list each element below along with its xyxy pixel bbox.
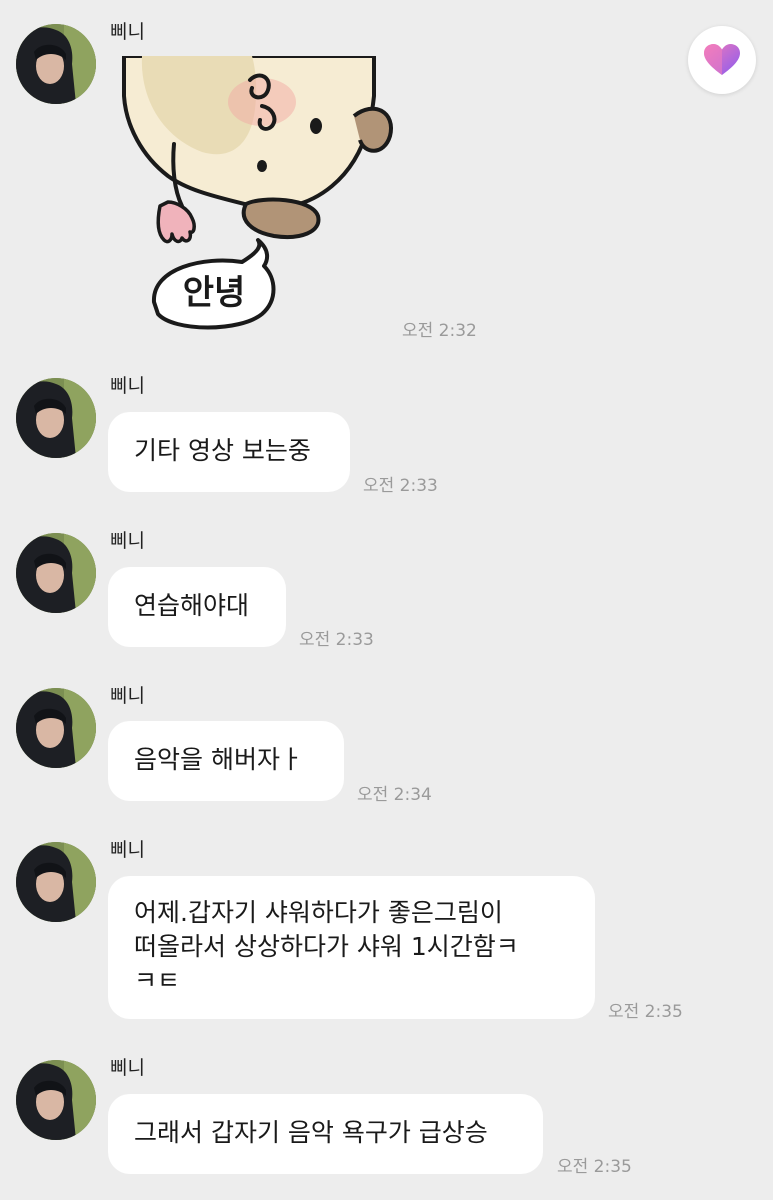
heart-icon (704, 44, 740, 75)
sender-name: 삐니 (110, 685, 145, 707)
timestamp: 오전 2:35 (608, 1002, 683, 1022)
timestamp: 오전 2:33 (299, 630, 374, 650)
sticker-text: 안녕 (183, 273, 246, 313)
avatar[interactable] (16, 533, 96, 613)
message-bubble[interactable]: 연습해야대 (108, 567, 286, 647)
message-text: 그래서 갑자기 음악 욕구가 급상승 (134, 1118, 488, 1147)
sticker-hamster[interactable]: 안녕 (112, 56, 394, 336)
sender-name: 삐니 (110, 375, 145, 397)
message-bubble[interactable]: 기타 영상 보는중 (108, 412, 350, 492)
sender-name: 삐니 (110, 530, 145, 552)
message-text: 연습해야대 (134, 591, 250, 620)
avatar[interactable] (16, 24, 96, 104)
timestamp: 오전 2:33 (363, 476, 438, 496)
timestamp: 오전 2:32 (402, 321, 477, 341)
message-line: 어제.갑자기 샤워하다가 좋은그림이 (134, 898, 503, 927)
avatar[interactable] (16, 842, 96, 922)
message-text: 음악을 해버자ㅏ (134, 745, 303, 774)
timestamp: 오전 2:35 (557, 1157, 632, 1177)
sender-name: 삐니 (110, 21, 145, 43)
avatar[interactable] (16, 378, 96, 458)
timestamp: 오전 2:34 (357, 785, 432, 805)
message-bubble[interactable]: 어제.갑자기 샤워하다가 좋은그림이 떠올라서 상상하다가 샤워 1시간함ㅋ ㅋ… (108, 876, 595, 1019)
reaction-button[interactable] (688, 26, 756, 94)
avatar[interactable] (16, 688, 96, 768)
message-bubble[interactable]: 음악을 해버자ㅏ (108, 721, 344, 801)
sender-name: 삐니 (110, 1057, 145, 1079)
message-line: ㅋㅌ (134, 966, 181, 995)
message-line: 떠올라서 상상하다가 샤워 1시간함ㅋ (134, 932, 519, 961)
avatar[interactable] (16, 1060, 96, 1140)
message-bubble[interactable]: 그래서 갑자기 음악 욕구가 급상승 (108, 1094, 543, 1174)
message-text: 기타 영상 보는중 (134, 436, 311, 465)
sender-name: 삐니 (110, 839, 145, 861)
